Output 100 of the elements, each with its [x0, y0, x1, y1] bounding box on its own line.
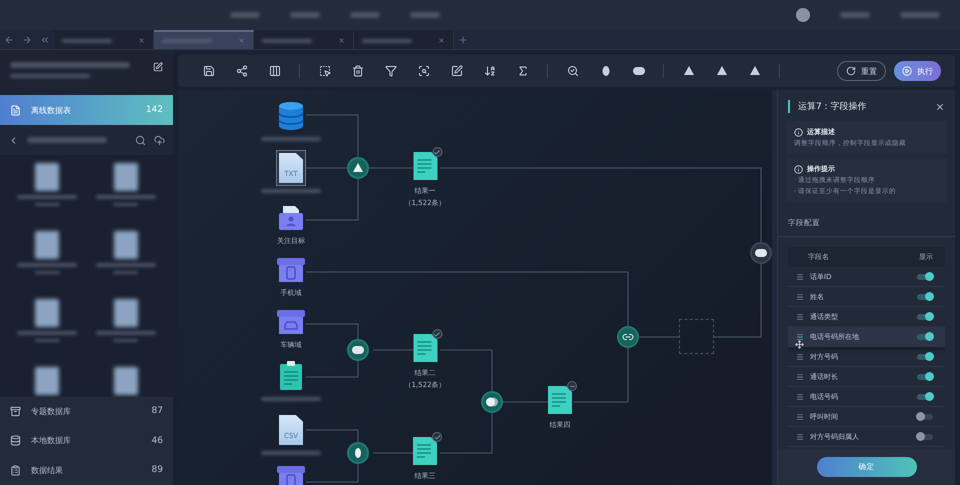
file-icon[interactable] [114, 299, 138, 327]
toggle-switch[interactable] [917, 394, 933, 400]
blurred-text [900, 12, 940, 18]
pill-icon [351, 345, 365, 355]
phone-box-icon [277, 257, 305, 283]
refresh-icon [846, 66, 856, 76]
drag-handle-icon [796, 432, 804, 440]
blurred-text [261, 451, 321, 455]
toggle-switch[interactable] [917, 294, 933, 300]
link-icon [622, 331, 634, 343]
clipboard-icon [279, 361, 303, 391]
sort-icon[interactable] [484, 65, 496, 77]
placeholder-node[interactable] [679, 319, 714, 354]
drag-handle-icon [796, 412, 804, 420]
share-icon[interactable] [236, 65, 248, 77]
triangle-icon[interactable] [682, 65, 694, 77]
drag-handle-icon [796, 392, 804, 400]
avatar[interactable] [796, 8, 810, 22]
save-icon[interactable] [202, 65, 214, 77]
blurred-text [840, 12, 870, 18]
connector-line [306, 430, 358, 482]
toggle-switch[interactable] [917, 334, 933, 340]
move-cursor-icon [795, 340, 804, 349]
toggle-switch[interactable] [917, 354, 933, 360]
check-icon [432, 329, 442, 339]
back-icon [4, 34, 14, 44]
check-icon [432, 432, 442, 442]
file-icon[interactable] [35, 231, 60, 259]
info-icon [794, 164, 803, 174]
play-icon [902, 66, 912, 76]
drag-handle-icon [796, 312, 804, 320]
pill-icon[interactable] [632, 65, 644, 77]
file-icon[interactable] [114, 367, 138, 395]
edit-icon[interactable] [450, 65, 462, 77]
zoom-icon[interactable] [566, 65, 578, 77]
minus-icon [567, 381, 577, 391]
close-icon[interactable] [138, 37, 145, 44]
file-icon[interactable] [114, 163, 138, 191]
toggle-switch[interactable] [917, 414, 933, 420]
close-icon[interactable] [338, 37, 345, 44]
document-icon [10, 104, 21, 116]
pill-icon [754, 248, 768, 258]
sidebar-item[interactable]: 本地数据库 46 [0, 426, 173, 456]
drag-handle-icon [796, 372, 804, 380]
file-icon[interactable] [35, 367, 60, 395]
operator-node[interactable] [347, 157, 369, 179]
toggle-switch[interactable] [917, 314, 933, 320]
clipboard-icon [10, 464, 21, 476]
collapse-icon [40, 34, 50, 44]
triangle-icon [352, 162, 364, 174]
add-icon [458, 34, 468, 44]
check-icon [432, 147, 442, 157]
archive-icon [10, 406, 21, 417]
phone-box-icon [277, 465, 305, 485]
run-button[interactable]: 执行 [894, 61, 941, 81]
toggle-switch[interactable] [917, 434, 933, 440]
upload-icon [154, 134, 165, 146]
search-icon[interactable] [418, 65, 430, 77]
sidebar-item[interactable]: 数据结果 89 [0, 456, 173, 485]
drag-handle-icon [796, 332, 804, 340]
reset-button[interactable]: 重置 [837, 61, 886, 81]
info-icon [794, 128, 803, 136]
toggle-switch[interactable] [917, 274, 933, 280]
triangle-icon[interactable] [716, 65, 728, 77]
search-icon [135, 134, 146, 146]
blurred-text [261, 397, 321, 401]
lens-icon[interactable] [600, 65, 612, 77]
file-icon[interactable] [35, 299, 60, 327]
toggle-switch[interactable] [917, 374, 933, 380]
operator-node[interactable] [347, 442, 369, 464]
triangle-icon[interactable] [748, 65, 760, 77]
filter-icon[interactable] [384, 65, 396, 77]
sigma-icon[interactable] [516, 65, 528, 77]
operator-node[interactable] [750, 242, 772, 264]
delete-icon[interactable] [352, 65, 364, 77]
folder-person-icon [278, 205, 304, 231]
forward-icon [22, 34, 32, 44]
result-document-icon[interactable] [413, 334, 437, 362]
drag-handle-icon [796, 292, 804, 300]
close-icon[interactable] [438, 37, 445, 44]
operator-node[interactable] [347, 339, 369, 361]
file-icon[interactable] [35, 163, 60, 191]
operator-node[interactable] [481, 391, 503, 413]
car-box-icon [277, 309, 305, 335]
edit-icon [153, 62, 163, 72]
close-icon [935, 102, 945, 112]
overlapping-circles-icon [485, 396, 499, 408]
connector-line [372, 452, 414, 454]
operator-node[interactable] [617, 326, 639, 348]
sidebar-item[interactable]: 专题数据库 87 [0, 396, 173, 426]
panel-title: 运算7：字段操作 [788, 100, 867, 113]
drag-handle-icon [796, 272, 804, 280]
database-icon [10, 435, 21, 446]
lens-icon [352, 447, 364, 459]
layout-icon[interactable] [268, 65, 280, 77]
drag-handle-icon [796, 352, 804, 360]
select-icon[interactable] [318, 65, 330, 77]
file-icon[interactable] [114, 231, 138, 259]
result-document-icon[interactable] [413, 152, 437, 180]
database-icon [278, 101, 304, 131]
